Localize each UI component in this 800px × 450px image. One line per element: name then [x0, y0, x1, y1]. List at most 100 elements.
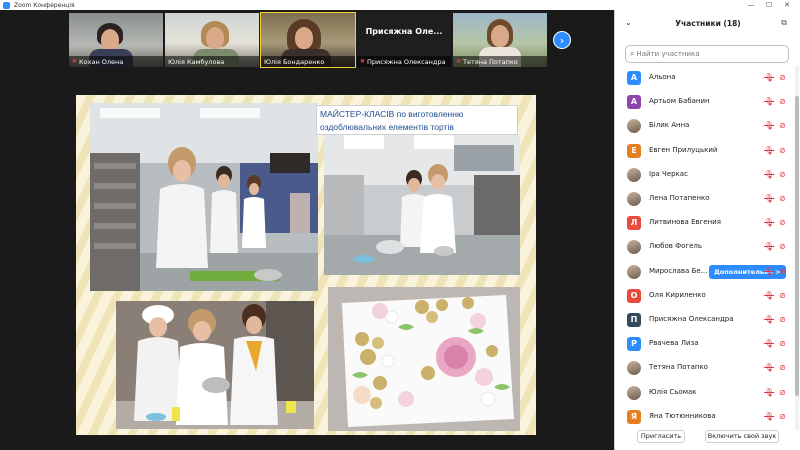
tile-name: Присяжна Олександра — [367, 57, 446, 66]
mic-off-icon: ✖ — [456, 58, 462, 65]
scrollbar-thumb[interactable] — [795, 96, 799, 396]
zoom-logo-icon — [3, 1, 10, 9]
video-tile[interactable]: ✖ Кохан Олена — [69, 13, 163, 67]
mic-off-icon: ✖ — [360, 58, 366, 65]
camera-off-icon[interactable]: ⊘ — [779, 194, 786, 203]
maximize-button[interactable]: ☐ — [762, 0, 776, 10]
camera-off-icon[interactable]: ⊘ — [779, 73, 786, 82]
camera-off-icon[interactable]: ⊘ — [779, 170, 786, 179]
camera-off-icon[interactable]: ⊘ — [779, 291, 786, 300]
video-feed-face — [491, 25, 509, 47]
avatar: Я — [627, 409, 641, 424]
participant-row[interactable]: Е Евген Прилуцький 🎙︎ ⊘ — [615, 139, 795, 163]
camera-off-icon[interactable]: ⊘ — [779, 218, 786, 227]
mic-off-icon[interactable]: 🎙︎ — [764, 218, 774, 227]
tile-name: Кохан Олена — [79, 57, 124, 66]
participant-name: Тетяна Потапко — [649, 363, 708, 372]
participant-row[interactable]: Білик Анна 🎙︎ ⊘ — [615, 114, 795, 138]
participant-row[interactable]: Любов Фогель 🎙︎ ⊘ — [615, 235, 795, 259]
avatar — [627, 167, 641, 182]
participant-list: А Альона 🎙︎ ⊘ А Артьом Бабанин 🎙︎ ⊘ Білик Анна 🎙︎… — [615, 66, 795, 430]
participant-name: Мирослава Бе... — [649, 266, 708, 275]
mic-off-icon[interactable]: 🎙︎ — [764, 194, 774, 203]
camera-off-icon[interactable]: ⊘ — [779, 146, 786, 155]
mic-off-icon[interactable]: 🎙︎ — [764, 242, 774, 251]
participant-name: Юлія Сьомак — [649, 387, 697, 396]
slide-caption: МАЙСТЕР-КЛАСІВ по виготовленню оздоблюва… — [316, 105, 518, 135]
unmute-self-button[interactable]: Включить свой звук — [705, 430, 779, 443]
next-page-button[interactable]: › — [553, 31, 571, 49]
avatar — [627, 192, 641, 206]
participants-panel: ⌄ Участники (18) ⧉ ⌕ А Альона 🎙︎ ⊘ А Артьом Б… — [614, 10, 800, 450]
meeting-area: ✖ Кохан Олена Юлія Камбулова Юлія Бондар… — [0, 10, 614, 450]
avatar — [627, 240, 641, 255]
participant-row[interactable]: Р Рвачева Лиза 🎙︎ ⊘ — [615, 332, 795, 356]
participant-row[interactable]: Лена Потапенко 🎙︎ ⊘ — [615, 187, 795, 211]
mic-off-icon[interactable]: 🎙︎ — [764, 315, 774, 324]
mic-off-icon[interactable]: 🎙︎ — [764, 388, 774, 397]
mic-off-icon[interactable]: 🎙︎ — [764, 73, 774, 82]
photo-illustration — [116, 301, 314, 429]
tile-name: Юлія Камбулова — [168, 57, 225, 66]
participant-row[interactable]: Іра Черкас 🎙︎ ⊘ — [615, 163, 795, 187]
camera-off-icon[interactable]: ⊘ — [779, 339, 786, 348]
video-tile[interactable]: ✖ Тетяна Потапко — [453, 13, 547, 67]
caption-line-2: оздоблювальних елементів тортів — [320, 122, 454, 132]
mic-off-icon[interactable]: 🎙︎ — [764, 170, 774, 179]
participant-name: Присяжна Олександра — [649, 315, 734, 323]
participant-list-scrollbar[interactable] — [795, 66, 799, 430]
participant-row[interactable]: Юлія Сьомак 🎙︎ ⊘ — [615, 381, 795, 405]
participant-row[interactable]: А Артьом Бабанин 🎙︎ ⊘ — [615, 90, 795, 114]
mic-off-icon[interactable]: 🎙︎ — [764, 363, 774, 372]
camera-off-icon[interactable]: ⊘ — [779, 267, 786, 276]
camera-off-icon[interactable]: ⊘ — [779, 363, 786, 372]
title-bar: Zoom Конференція — ☐ ✕ — [0, 0, 800, 10]
invite-button[interactable]: Пригласить — [637, 430, 685, 443]
popout-icon[interactable]: ⧉ — [781, 18, 787, 28]
avatar — [627, 385, 641, 400]
video-tile[interactable]: Юлія Камбулова — [165, 13, 259, 67]
avatar: А — [627, 95, 641, 110]
video-feed-face — [295, 27, 313, 49]
camera-off-icon[interactable]: ⊘ — [779, 388, 786, 397]
photo-illustration — [90, 103, 318, 291]
participant-search[interactable]: ⌕ — [625, 45, 789, 63]
participant-row[interactable]: Л Литвинова Евгения 🎙︎ ⊘ — [615, 211, 795, 235]
camera-off-icon[interactable]: ⊘ — [779, 121, 786, 130]
participant-row[interactable]: О Оля Кириленко 🎙︎ ⊘ — [615, 284, 795, 308]
mic-off-icon[interactable]: 🎙︎ — [764, 267, 774, 276]
participant-name: Рвачева Лиза — [649, 339, 699, 348]
mic-off-icon[interactable]: 🎙︎ — [764, 146, 774, 155]
tile-name-bar: ✖ Кохан Олена — [69, 56, 163, 67]
tile-name-bar: ✖ Присяжна Олександра — [357, 56, 451, 67]
participant-search-input[interactable] — [636, 50, 777, 58]
minimize-button[interactable]: — — [744, 0, 758, 10]
close-button[interactable]: ✕ — [780, 0, 794, 10]
avatar: Р — [627, 337, 641, 352]
more-options-button[interactable]: Дополнительно > — [709, 264, 786, 279]
tile-name-bar: Юлія Бондаренко — [261, 56, 355, 67]
camera-off-icon[interactable]: ⊘ — [779, 412, 786, 421]
slide-photo-mixing — [116, 301, 314, 429]
participant-row[interactable]: Мирослава Бе... Дополнительно > 🎙︎ ⊘ — [615, 260, 795, 284]
mic-off-icon[interactable]: 🎙︎ — [764, 339, 774, 348]
video-feed-face — [206, 27, 224, 49]
camera-off-icon[interactable]: ⊘ — [779, 242, 786, 251]
mic-off-icon[interactable]: 🎙︎ — [764, 412, 774, 421]
camera-off-icon[interactable]: ⊘ — [779, 97, 786, 106]
mic-off-icon[interactable]: 🎙︎ — [764, 97, 774, 106]
participant-row[interactable]: П Присяжна Олександра 🎙︎ ⊘ — [615, 308, 795, 332]
camera-off-icon[interactable]: ⊘ — [779, 315, 786, 324]
participant-row[interactable]: Тетяна Потапко 🎙︎ ⊘ — [615, 356, 795, 380]
avatar: Е — [627, 143, 641, 158]
mic-off-icon[interactable]: 🎙︎ — [764, 291, 774, 300]
photo-illustration — [328, 287, 520, 431]
participant-name: Литвинова Евгения — [649, 218, 721, 227]
video-tile-active-speaker[interactable]: Юлія Бондаренко — [260, 12, 356, 68]
mic-off-icon[interactable]: 🎙︎ — [764, 121, 774, 130]
video-tile[interactable]: Присяжна Оле... ✖ Присяжна Олександра — [357, 13, 451, 67]
participant-row[interactable]: Я Яна Тютюнникова 🎙︎ ⊘ — [615, 405, 795, 429]
participant-row[interactable]: А Альона 🎙︎ ⊘ — [615, 66, 795, 90]
participant-name: Лена Потапенко — [649, 194, 710, 202]
tile-name-bar: Юлія Камбулова — [165, 56, 259, 67]
